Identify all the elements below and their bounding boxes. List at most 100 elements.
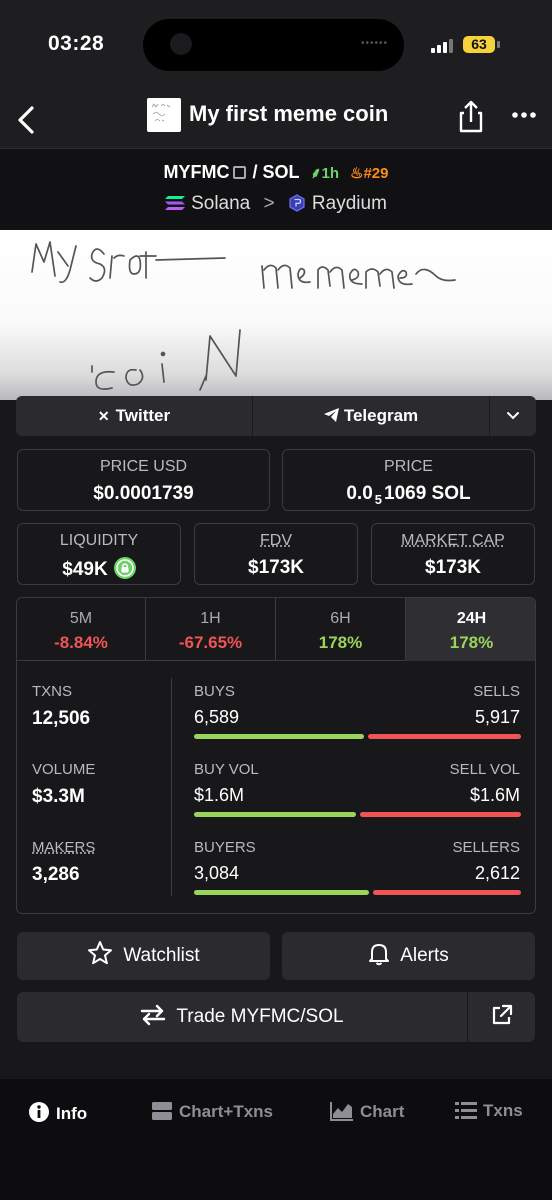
status-time: 03:28 (48, 32, 105, 55)
chevron-down-icon (507, 412, 519, 420)
fdv-card: FDV $173K (194, 523, 358, 585)
status-bar: 03:28 •••••• 63 (0, 0, 552, 92)
buyers-label: BUYERS (194, 839, 256, 856)
telegram-label: Telegram (343, 406, 419, 425)
price-native-label: PRICE (384, 458, 433, 475)
makers-value: 3,286 (32, 864, 80, 885)
pair-separator: / (252, 162, 258, 182)
token-logo-scribble (151, 103, 171, 122)
liquidity-card: LIQUIDITY $49K (17, 523, 181, 585)
stats-divider (171, 678, 172, 896)
tab-label: 1H (200, 610, 221, 627)
fire-icon: ♨ (350, 165, 364, 182)
fdv-value: $173K (248, 557, 304, 578)
dex-name[interactable]: Raydium (312, 193, 387, 214)
sprout-icon: ⸙ (310, 165, 322, 182)
buys-value: 6,589 (194, 707, 240, 727)
sellers-value: 2,612 (474, 863, 520, 883)
bottom-tab-label: Chart (360, 1102, 405, 1121)
watchlist-label: Watchlist (123, 945, 200, 966)
alerts-label: Alerts (400, 945, 449, 966)
sell-vol-value: $1.6M (469, 785, 520, 805)
tab-5m[interactable]: 5M -8.84% (17, 598, 145, 661)
telegram-icon (323, 408, 339, 422)
tab-1h[interactable]: 1H -67.65% (146, 598, 275, 661)
market-cap-card: MARKET CAP $173K (371, 523, 535, 585)
chain-chevron: > (263, 193, 275, 214)
telegram-button[interactable]: Telegram (253, 396, 489, 436)
fdv-label[interactable]: FDV (195, 532, 357, 550)
buys-label: BUYS (194, 683, 235, 700)
more-horizontal-icon (512, 112, 536, 118)
buyers-bar (194, 890, 369, 895)
volume-label: VOLUME (32, 761, 96, 778)
camera-icon (170, 33, 192, 55)
chart-icon (330, 1102, 353, 1121)
more-socials-dropdown[interactable] (490, 396, 536, 436)
sellers-bar (373, 890, 521, 895)
buyers-value: 3,084 (194, 863, 240, 883)
bottom-tab-label: Txns (483, 1101, 523, 1120)
sell-vol-bar (360, 812, 521, 817)
liquidity-value: $49K (62, 559, 108, 580)
tab-label: 24H (456, 610, 487, 627)
share-icon (459, 100, 483, 133)
buy-vol-bar (194, 812, 356, 817)
token-banner-image (0, 230, 552, 400)
bottom-tab-chart[interactable]: Chart (330, 1101, 404, 1127)
bottom-tab-txns[interactable]: Txns (455, 1101, 523, 1127)
back-button[interactable] (12, 98, 44, 142)
chevron-left-icon (18, 106, 34, 134)
tab-change: 178% (318, 633, 363, 652)
chart-txns-icon (152, 1102, 172, 1120)
star-icon (88, 941, 113, 965)
copy-icon[interactable] (233, 166, 247, 179)
buy-vol-label: BUY VOL (194, 761, 259, 778)
share-button[interactable] (455, 97, 487, 135)
external-link-icon (492, 1004, 512, 1025)
raydium-icon (289, 194, 305, 212)
x-logo-icon: ✕ (97, 408, 110, 424)
more-options-button[interactable] (510, 100, 538, 130)
trade-label: Trade MYFMC/SOL (176, 1006, 344, 1027)
timeframe-tabs: 5M -8.84% 1H -67.65% 6H 178% 24H 178% (17, 598, 535, 661)
bell-icon (369, 944, 390, 966)
tab-change: -8.84% (54, 633, 108, 652)
bottom-tab-label: Chart+Txns (179, 1102, 273, 1121)
top-navigation-bar: My first meme coin (0, 92, 552, 148)
bottom-tab-bar: Info Chart+Txns Chart Txns (0, 1079, 552, 1200)
island-dots: •••••• (361, 38, 389, 49)
price-usd-value: $0.0001739 (93, 483, 194, 504)
base-symbol[interactable]: MYFMC (163, 162, 229, 182)
bottom-tab-info[interactable]: Info (28, 1101, 87, 1127)
tab-6h[interactable]: 6H 178% (276, 598, 405, 661)
makers-label[interactable]: MAKERS (32, 839, 95, 856)
bottom-tab-chart-txns[interactable]: Chart+Txns (151, 1101, 273, 1127)
tab-label: 5M (69, 610, 93, 627)
price-native-zero-count: 5 (374, 491, 383, 507)
trade-button[interactable]: Trade MYFMC/SOL (17, 992, 467, 1042)
price-native-card: PRICE 0.0 5 1069 SOL (282, 449, 535, 511)
info-icon (29, 1102, 49, 1122)
solana-icon (165, 196, 186, 210)
chain-dex-line: Solana > Raydium (0, 193, 552, 215)
sell-vol-label: SELL VOL (449, 761, 520, 778)
market-cap-label[interactable]: MARKET CAP (372, 532, 534, 550)
alerts-button[interactable]: Alerts (282, 932, 535, 980)
tab-change: 178% (449, 633, 494, 652)
external-trade-button[interactable] (468, 992, 535, 1042)
pair-info: MYFMC / SOL ⸙1h ♨#29 Solana > Raydium (0, 148, 552, 230)
price-native-suffix: 1069 SOL (384, 483, 471, 504)
watchlist-button[interactable]: Watchlist (17, 932, 270, 980)
twitter-label: Twitter (115, 406, 171, 425)
twitter-button[interactable]: ✕ Twitter (16, 396, 252, 436)
liquidity-value-row: $49K (18, 557, 180, 581)
tab-24h[interactable]: 24H 178% (406, 598, 535, 661)
lock-icon[interactable] (113, 557, 136, 579)
buys-bar (194, 734, 364, 739)
sells-value: 5,917 (474, 707, 520, 727)
pair-age: 1h (321, 165, 339, 182)
sells-label: SELLS (473, 683, 520, 700)
pair-line: MYFMC / SOL ⸙1h ♨#29 (0, 162, 552, 183)
chain-name[interactable]: Solana (191, 193, 250, 214)
